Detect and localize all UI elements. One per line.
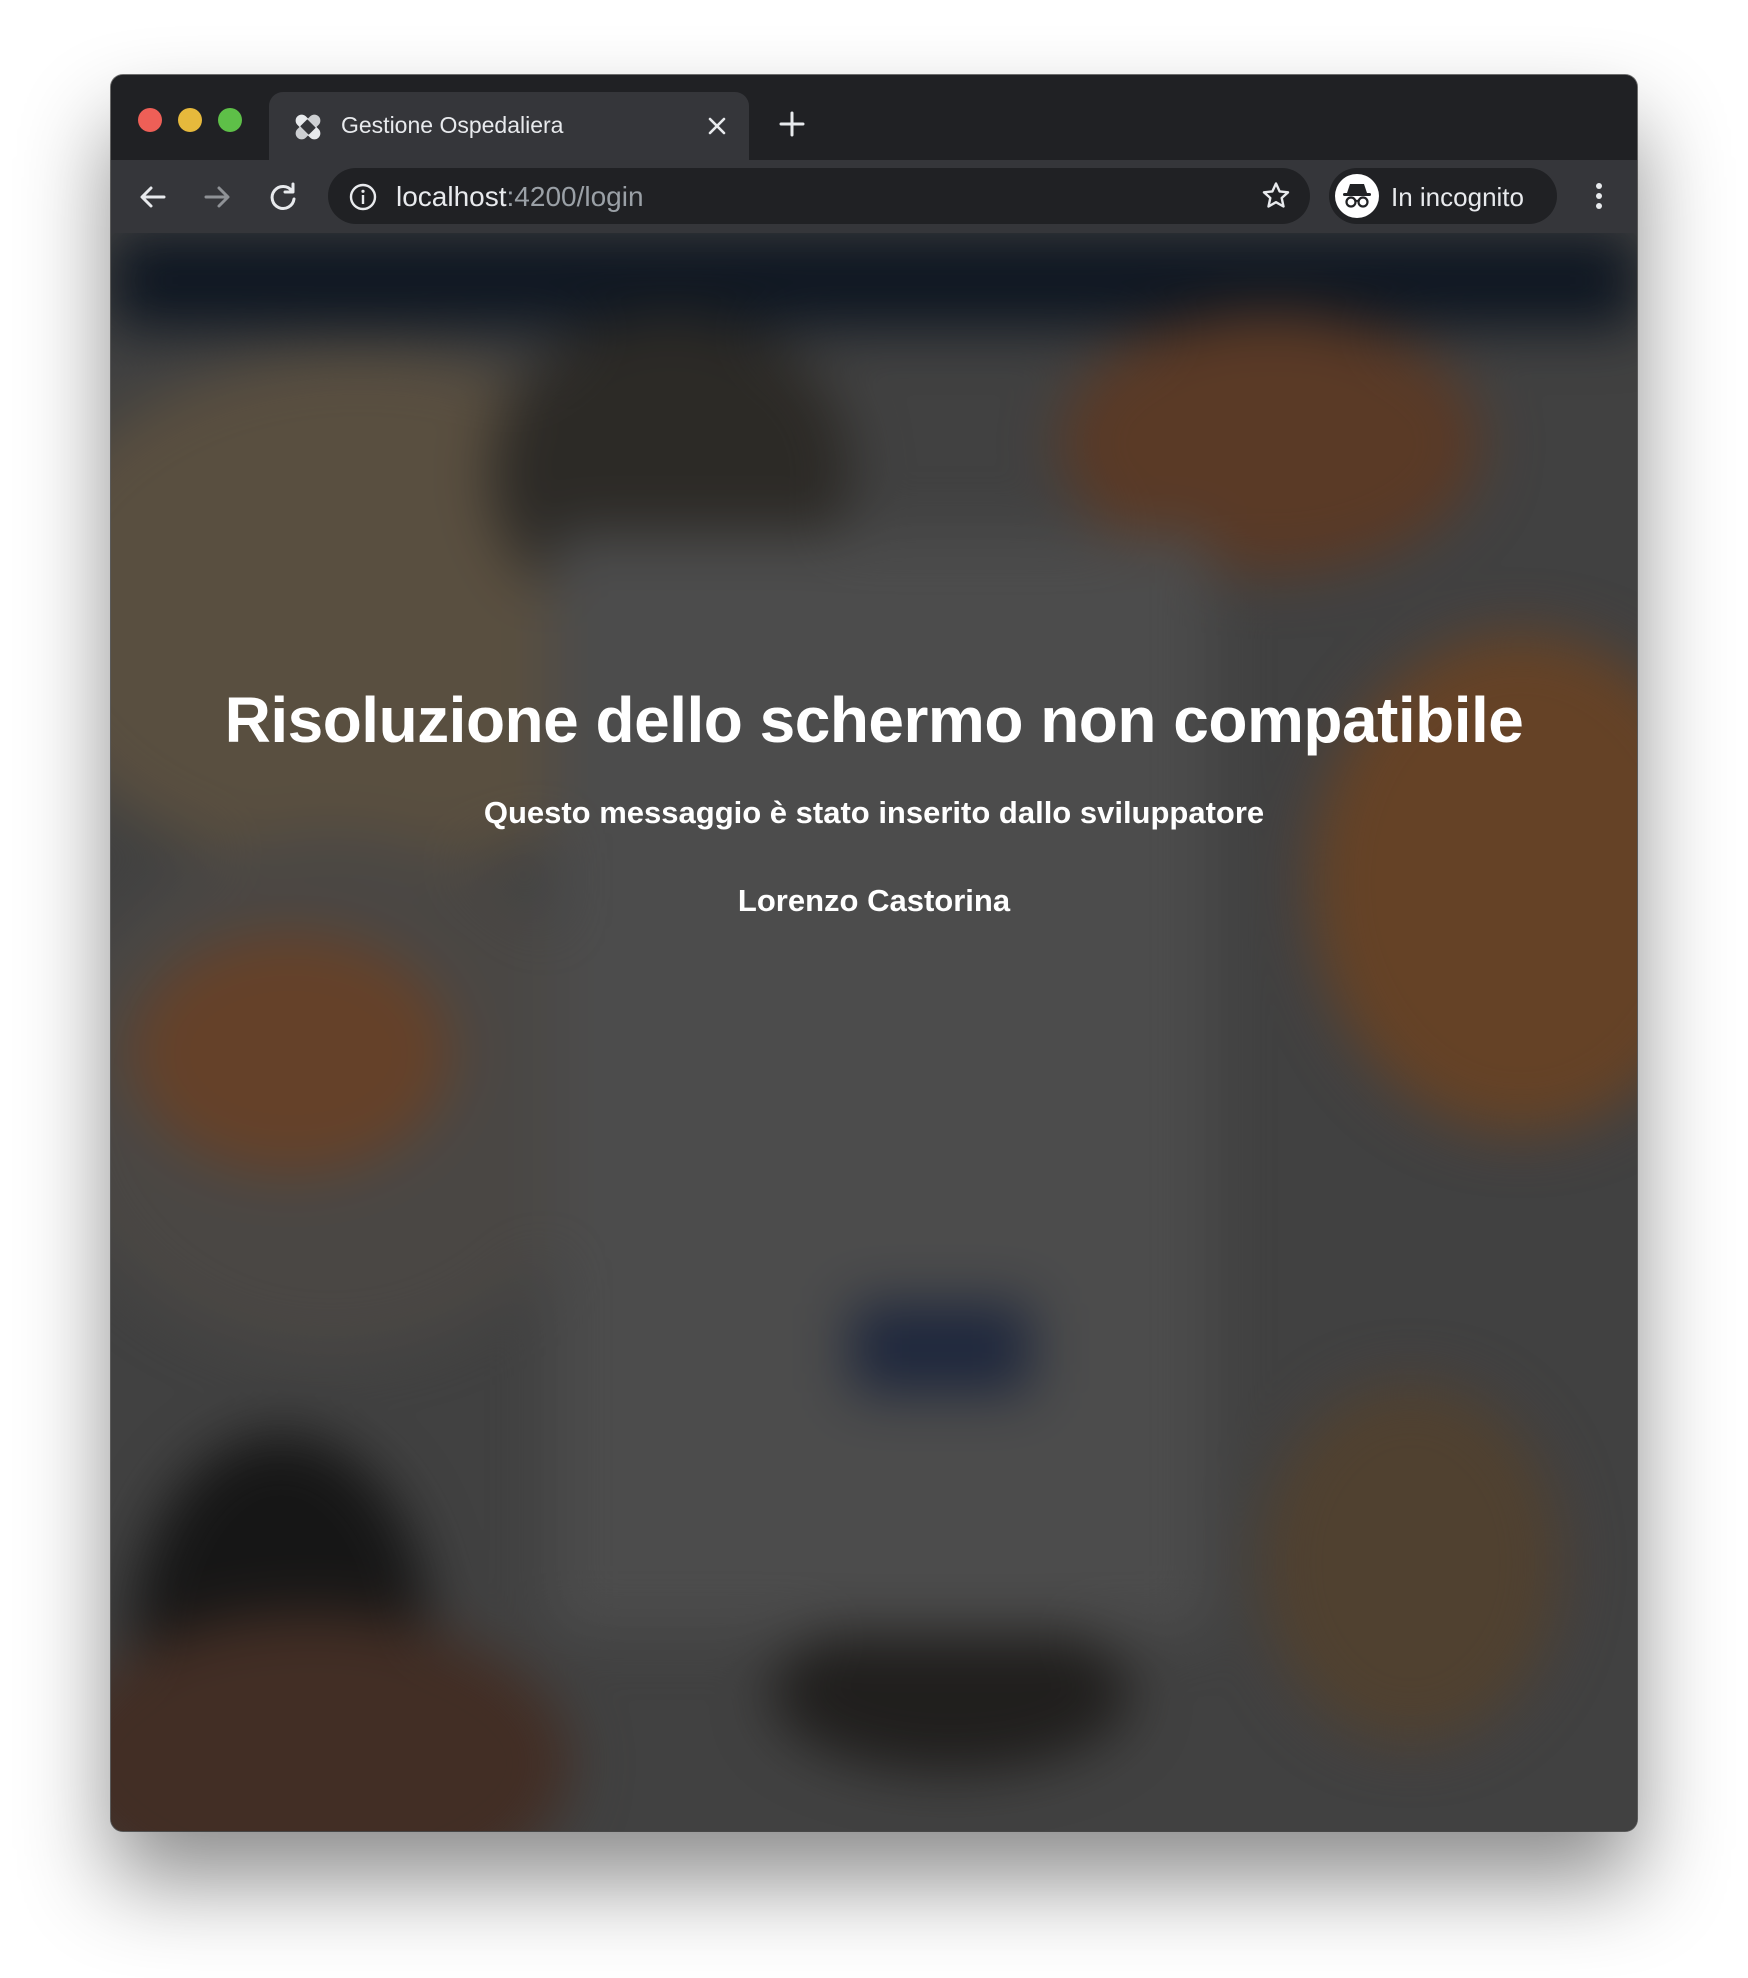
incognito-profile-button[interactable]: In incognito <box>1329 168 1557 224</box>
toolbar: localhost:4200/login In incognito <box>111 160 1637 233</box>
new-tab-icon[interactable] <box>777 109 807 139</box>
tab-title: Gestione Ospedaliera <box>341 112 564 138</box>
incognito-label: In incognito <box>1391 182 1524 212</box>
forward-arrow-icon[interactable] <box>197 177 237 217</box>
info-icon[interactable] <box>348 182 378 212</box>
browser-window: Gestione Ospedaliera localhost:4200/logi… <box>111 75 1637 1831</box>
address-bar[interactable]: localhost:4200/login <box>328 168 1310 224</box>
page-title: Risoluzione dello schermo non compatibil… <box>224 684 1524 756</box>
dim-overlay <box>111 233 1637 1831</box>
tab-strip: Gestione Ospedaliera <box>111 75 1637 160</box>
bookmark-star-icon[interactable] <box>1260 180 1292 212</box>
tab-active[interactable]: Gestione Ospedaliera <box>269 92 749 160</box>
incognito-avatar <box>1335 174 1379 218</box>
url-text[interactable]: localhost:4200/login <box>396 181 644 213</box>
page-subtitle: Questo messaggio è stato inserito dallo … <box>483 795 1265 830</box>
maximize-window-button[interactable] <box>218 108 242 132</box>
close-icon[interactable] <box>703 112 731 140</box>
minimize-window-button[interactable] <box>178 108 202 132</box>
url-path: :4200/login <box>506 181 644 212</box>
author-name: Lorenzo Castorina <box>737 883 1011 918</box>
incognito-icon <box>1343 184 1371 208</box>
url-host: localhost <box>396 181 507 212</box>
page-viewport: Risoluzione dello schermo non compatibil… <box>111 233 1637 1831</box>
kebab-menu-icon[interactable] <box>1581 178 1617 214</box>
close-window-button[interactable] <box>138 108 162 132</box>
reload-icon[interactable] <box>263 177 303 217</box>
back-arrow-icon[interactable] <box>133 177 173 217</box>
bandage-icon <box>295 114 321 140</box>
